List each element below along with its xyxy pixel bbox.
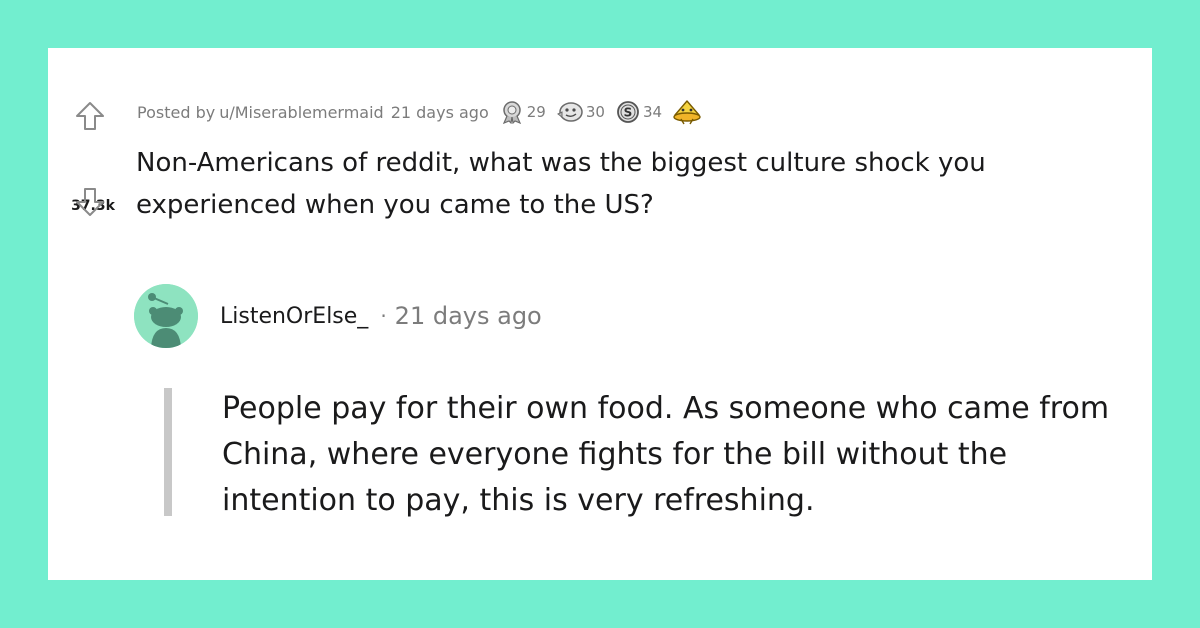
thread-collapse-line[interactable]: [164, 388, 172, 516]
award-count: 34: [642, 103, 663, 121]
award-count: 29: [526, 103, 546, 121]
award-silver[interactable]: 29: [499, 100, 546, 124]
upvote-arrow-icon[interactable]: [74, 100, 106, 132]
posted-by-label: Posted by: [137, 102, 216, 122]
vote-column: 37.3k: [48, 98, 138, 278]
award-count: 30: [585, 103, 605, 121]
helpful-award-icon: [556, 102, 583, 122]
award-helpful[interactable]: 30: [556, 100, 605, 124]
post-author-link[interactable]: u/Miserablemermaid: [219, 103, 384, 122]
award-coin[interactable]: S 34: [615, 100, 662, 124]
silver-award-icon: [502, 101, 521, 124]
comment-age: 21 days ago: [394, 302, 542, 330]
meta-separator: ·: [380, 304, 387, 328]
post-title[interactable]: Non-Americans of reddit, what was the bi…: [136, 142, 1141, 226]
post-card: 37.3k Posted by u/Miserablemermaid 21 da…: [48, 48, 1152, 580]
svg-text:S: S: [624, 106, 633, 120]
comment-username-link[interactable]: ListenOrElse_: [220, 304, 368, 329]
award-gold-hat[interactable]: [672, 99, 702, 125]
gold-hat-award-icon: [673, 100, 701, 125]
coin-award-icon: S: [617, 101, 639, 123]
post-meta: Posted by u/Miserablemermaid 21 days ago…: [137, 98, 702, 126]
comment-header: ListenOrElse_ · 21 days ago: [134, 284, 542, 348]
avatar[interactable]: [134, 284, 198, 348]
comment-body: People pay for their own food. As someon…: [222, 391, 1110, 518]
downvote-arrow-icon[interactable]: [74, 186, 106, 218]
post-age: 21 days ago: [390, 102, 489, 122]
